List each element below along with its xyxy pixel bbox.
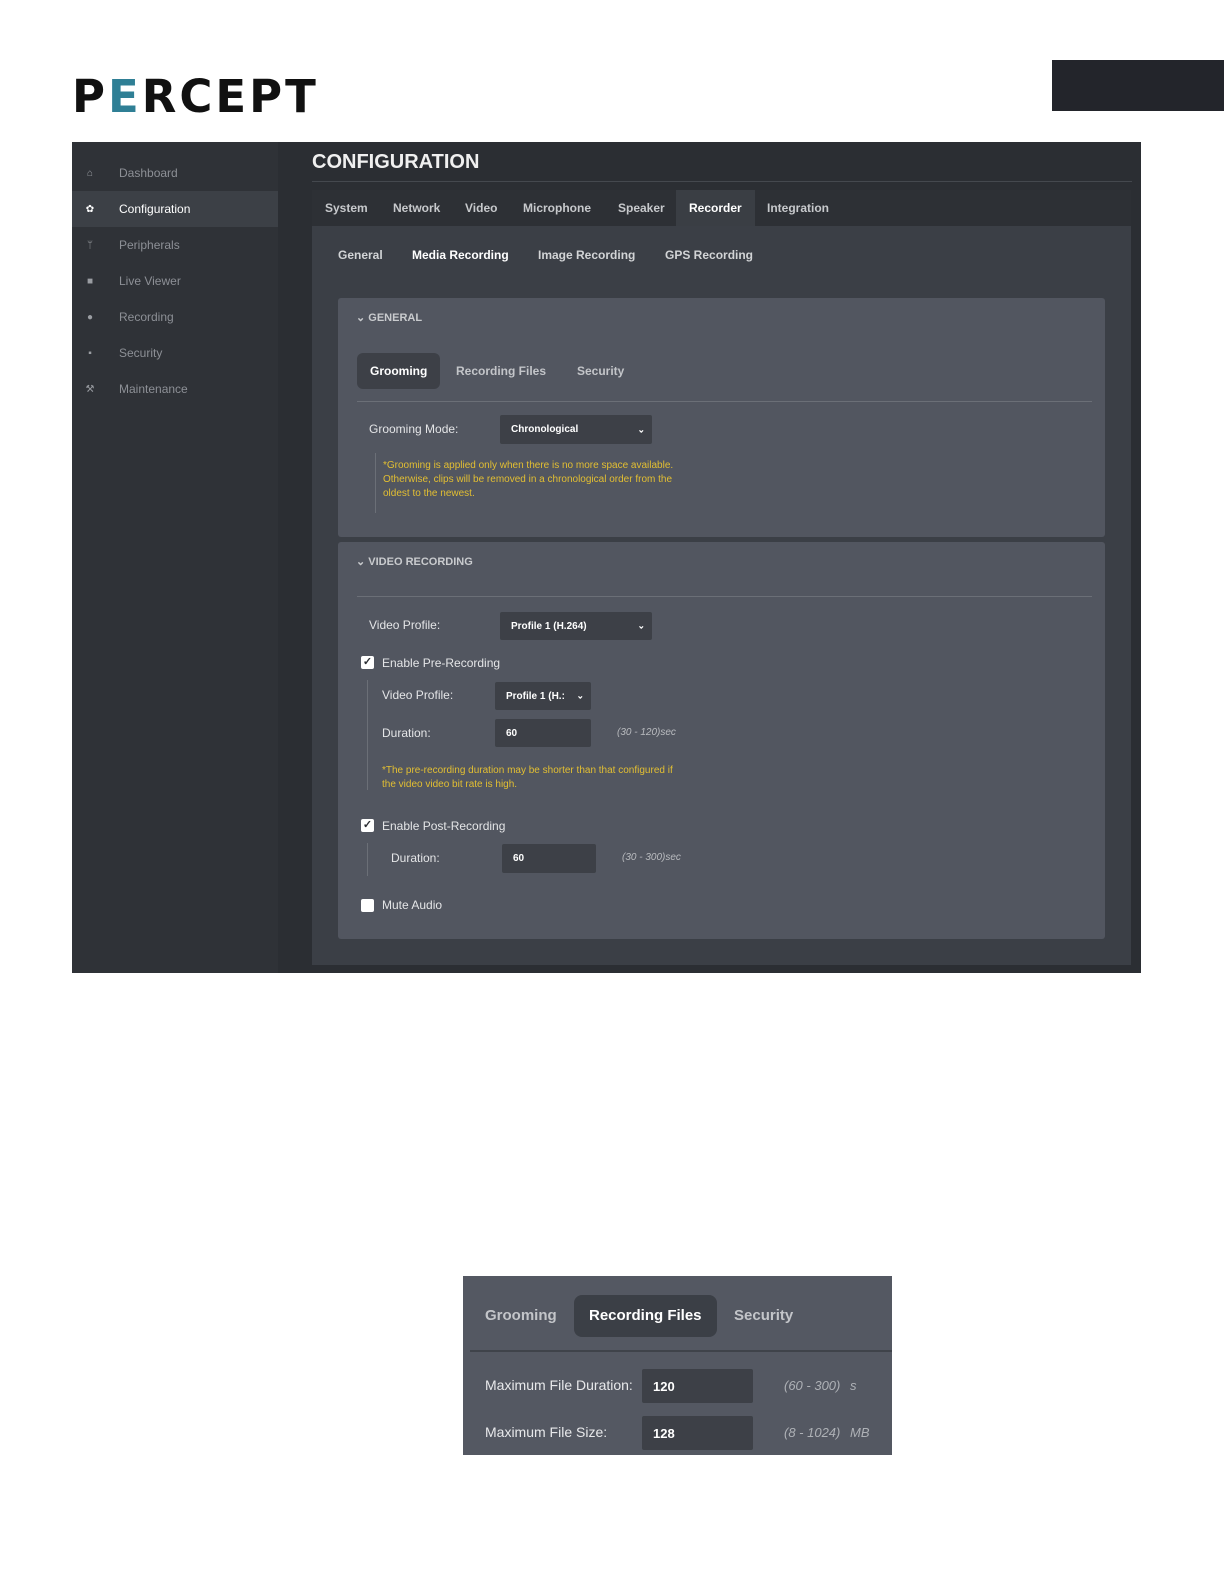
tab-microphone[interactable]: Microphone bbox=[523, 190, 591, 226]
enable-post-recording-label: Enable Post-Recording bbox=[382, 819, 506, 833]
percept-logo: PERCEPT bbox=[72, 70, 319, 123]
sidebar-item-label: Dashboard bbox=[119, 166, 178, 180]
mute-audio-label: Mute Audio bbox=[382, 898, 443, 912]
indent-bar bbox=[367, 843, 368, 876]
tab-recording-files[interactable]: Recording Files bbox=[456, 353, 546, 389]
pre-recording-note: *The pre-recording duration may be short… bbox=[382, 765, 673, 790]
chevron-down-icon: ⌄ bbox=[576, 690, 584, 701]
pre-duration-label: Duration: bbox=[382, 726, 431, 740]
chevron-down-icon: ⌄ bbox=[637, 424, 645, 434]
tab-system[interactable]: System bbox=[325, 190, 368, 226]
enable-post-recording-checkbox[interactable]: ✓ bbox=[361, 819, 374, 832]
max-file-size-unit: MB bbox=[850, 1425, 870, 1440]
chevron-down-icon: ⌄ bbox=[637, 620, 645, 631]
sidebar-item-live-viewer[interactable]: ■ Live Viewer bbox=[72, 263, 278, 299]
sidebar-item-security[interactable]: ▪ Security bbox=[72, 335, 278, 371]
camera-icon: ■ bbox=[86, 275, 94, 287]
tab-grooming[interactable]: Grooming bbox=[357, 353, 441, 389]
enable-pre-recording-label: Enable Pre-Recording bbox=[382, 656, 501, 670]
general-panel: ⌄ GENERAL Grooming Recording Files Secur… bbox=[338, 298, 1105, 537]
divider bbox=[470, 1350, 892, 1352]
subtab-media-recording[interactable]: Media Recording bbox=[412, 248, 509, 262]
main-tab-bar: System Network Video Microphone Speaker … bbox=[312, 190, 1131, 226]
enable-pre-recording-checkbox[interactable]: ✓ bbox=[361, 656, 374, 669]
tab-recorder[interactable]: Recorder bbox=[676, 190, 755, 226]
subtab-gps-recording[interactable]: GPS Recording bbox=[665, 248, 753, 262]
grooming-mode-label: Grooming Mode: bbox=[369, 422, 459, 436]
lock-icon: ▪ bbox=[88, 347, 92, 359]
tab-video[interactable]: Video bbox=[465, 190, 497, 226]
grooming-note: *Grooming is applied only when there is … bbox=[383, 460, 674, 499]
indent-bar bbox=[367, 680, 368, 790]
tab-recording-files[interactable]: Recording Files bbox=[574, 1295, 717, 1337]
pre-video-profile-select[interactable]: Profile 1 (H.: ⌄ bbox=[495, 682, 591, 710]
max-file-duration-unit: s bbox=[850, 1378, 857, 1393]
tab-security[interactable]: Security bbox=[734, 1295, 793, 1337]
divider bbox=[357, 596, 1092, 597]
indent-bar bbox=[375, 453, 376, 513]
tab-grooming[interactable]: Grooming bbox=[485, 1295, 557, 1337]
mute-audio-checkbox[interactable] bbox=[361, 899, 374, 912]
subtab-image-recording[interactable]: Image Recording bbox=[538, 248, 635, 262]
pre-video-profile-label: Video Profile: bbox=[382, 688, 454, 702]
sidebar-item-label: Configuration bbox=[119, 202, 191, 216]
divider bbox=[357, 401, 1092, 402]
sidebar-item-recording[interactable]: ● Recording bbox=[72, 299, 278, 335]
video-profile-select[interactable]: Profile 1 (H.264) ⌄ bbox=[500, 612, 652, 640]
home-icon: ⌂ bbox=[86, 167, 94, 179]
max-file-size-range: (8 - 1024) bbox=[784, 1425, 841, 1440]
page-title: CONFIGURATION bbox=[312, 151, 480, 173]
max-file-size-input[interactable]: 128 bbox=[642, 1416, 753, 1450]
post-duration-range: (30 - 300)sec bbox=[622, 852, 681, 863]
video-profile-label: Video Profile: bbox=[369, 618, 441, 632]
max-file-duration-range: (60 - 300) bbox=[784, 1378, 841, 1393]
tab-security[interactable]: Security bbox=[577, 353, 624, 389]
sidebar: ⌂ Dashboard ✿ Configuration ᛘ Peripheral… bbox=[72, 142, 278, 973]
sidebar-item-label: Maintenance bbox=[119, 382, 188, 396]
post-duration-input[interactable]: 60 bbox=[502, 844, 596, 873]
max-file-duration-input[interactable]: 120 bbox=[642, 1369, 753, 1403]
sidebar-item-label: Recording bbox=[119, 310, 174, 324]
sidebar-item-configuration[interactable]: ✿ Configuration bbox=[72, 191, 278, 227]
pre-duration-input[interactable]: 60 bbox=[495, 719, 591, 747]
max-file-duration-label: Maximum File Duration: bbox=[485, 1377, 633, 1393]
wrench-icon: ⚒ bbox=[85, 383, 95, 395]
general-panel-header[interactable]: ⌄ GENERAL bbox=[356, 311, 422, 324]
subtab-general[interactable]: General bbox=[338, 248, 383, 262]
tab-integration[interactable]: Integration bbox=[767, 190, 829, 226]
record-icon: ● bbox=[86, 311, 94, 323]
sidebar-item-label: Security bbox=[119, 346, 163, 360]
post-duration-label: Duration: bbox=[391, 851, 440, 865]
tab-speaker[interactable]: Speaker bbox=[618, 190, 665, 226]
pre-duration-range: (30 - 120)sec bbox=[617, 727, 676, 738]
chevron-down-icon: ⌄ bbox=[356, 312, 366, 324]
sidebar-item-maintenance[interactable]: ⚒ Maintenance bbox=[72, 371, 278, 407]
sidebar-item-dashboard[interactable]: ⌂ Dashboard bbox=[72, 155, 278, 191]
header-block bbox=[1052, 60, 1224, 111]
video-recording-panel-header[interactable]: ⌄ VIDEO RECORDING bbox=[356, 555, 473, 568]
usb-icon: ᛘ bbox=[87, 239, 93, 251]
grooming-mode-select[interactable]: Chronological ⌄ bbox=[500, 415, 652, 444]
gear-icon: ✿ bbox=[85, 203, 95, 215]
sidebar-item-label: Live Viewer bbox=[119, 274, 181, 288]
sidebar-item-label: Peripherals bbox=[119, 238, 180, 252]
chevron-down-icon: ⌄ bbox=[356, 556, 366, 568]
recording-files-screenshot: Grooming Recording Files Security Maximu… bbox=[463, 1276, 892, 1455]
sidebar-item-peripherals[interactable]: ᛘ Peripherals bbox=[72, 227, 278, 263]
max-file-size-label: Maximum File Size: bbox=[485, 1424, 608, 1440]
video-recording-panel: ⌄ VIDEO RECORDING Video Profile: Profile… bbox=[338, 542, 1105, 939]
tab-network[interactable]: Network bbox=[393, 190, 440, 226]
title-divider bbox=[312, 181, 1132, 182]
